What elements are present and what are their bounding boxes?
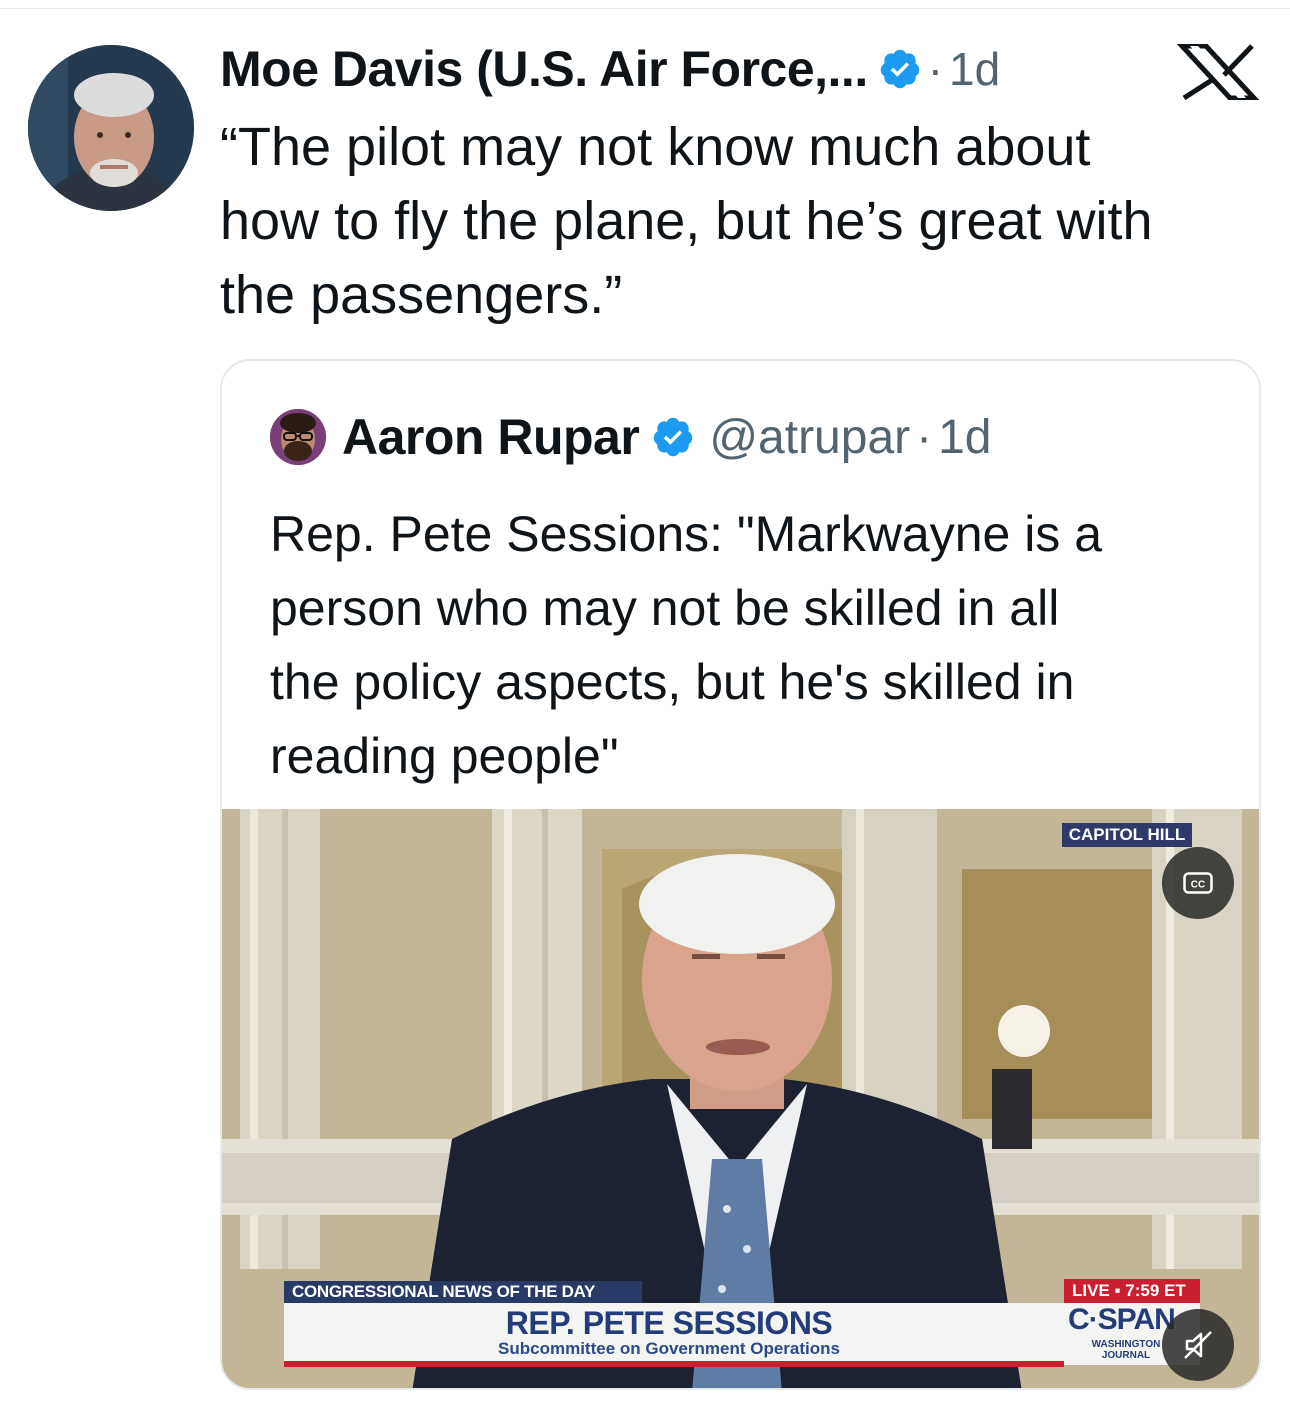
closed-captions-icon: CC — [1183, 872, 1213, 894]
tweet-header: Moe Davis (U.S. Air Force,... · 1d — [220, 34, 1000, 104]
program-logo: WASHINGTON JOURNAL — [1091, 1339, 1161, 1361]
quoted-author-avatar[interactable] — [270, 409, 326, 465]
chyron-lower-third: REP. PETE SESSIONS Subcommittee on Gover… — [284, 1303, 1064, 1367]
separator-dot: · — [927, 43, 944, 95]
verified-badge-icon — [654, 417, 693, 457]
cspan-logo-text: C·SPAN — [1068, 1303, 1176, 1336]
location-tag: CAPITOL HILL — [1062, 823, 1192, 847]
chyron-subtitle: Subcommittee on Government Operations — [498, 1339, 840, 1358]
quoted-tweet-text: Rep. Pete Sessions: "Markwayne is a pers… — [270, 506, 1103, 784]
quoted-author-handle[interactable]: @atrupar — [709, 410, 910, 465]
top-divider — [0, 8, 1290, 9]
author-name[interactable]: Moe Davis (U.S. Air Force,... — [220, 40, 868, 98]
mute-button[interactable] — [1162, 1309, 1234, 1381]
x-logo-icon — [1176, 44, 1260, 100]
muted-speaker-icon — [1184, 1331, 1212, 1359]
chyron-category: CONGRESSIONAL NEWS OF THE DAY — [284, 1281, 642, 1303]
tweet-time[interactable]: 1d — [949, 42, 1000, 96]
separator-dot: · — [916, 410, 933, 464]
quoted-tweet-time[interactable]: 1d — [938, 410, 991, 465]
quoted-author-name[interactable]: Aaron Rupar — [342, 408, 640, 466]
tweet-text: “The pilot may not know much about how t… — [220, 117, 1153, 325]
verified-badge-icon — [880, 49, 919, 89]
quoted-tweet-header: Aaron Rupar @atrupar · 1d — [270, 407, 992, 467]
live-time-tag: LIVE ▪ 7:59 ET — [1064, 1279, 1200, 1303]
chyron-name: REP. PETE SESSIONS — [505, 1305, 833, 1341]
closed-captions-button[interactable]: CC — [1162, 847, 1234, 919]
svg-text:CC: CC — [1191, 880, 1205, 891]
video-player[interactable]: CAPITOL HILL CC CONGRESSIONAL NEWS OF TH… — [222, 809, 1259, 1388]
quoted-tweet-card[interactable]: Aaron Rupar @atrupar · 1d Rep. Pete Sess… — [220, 359, 1261, 1390]
author-avatar[interactable] — [28, 45, 194, 211]
